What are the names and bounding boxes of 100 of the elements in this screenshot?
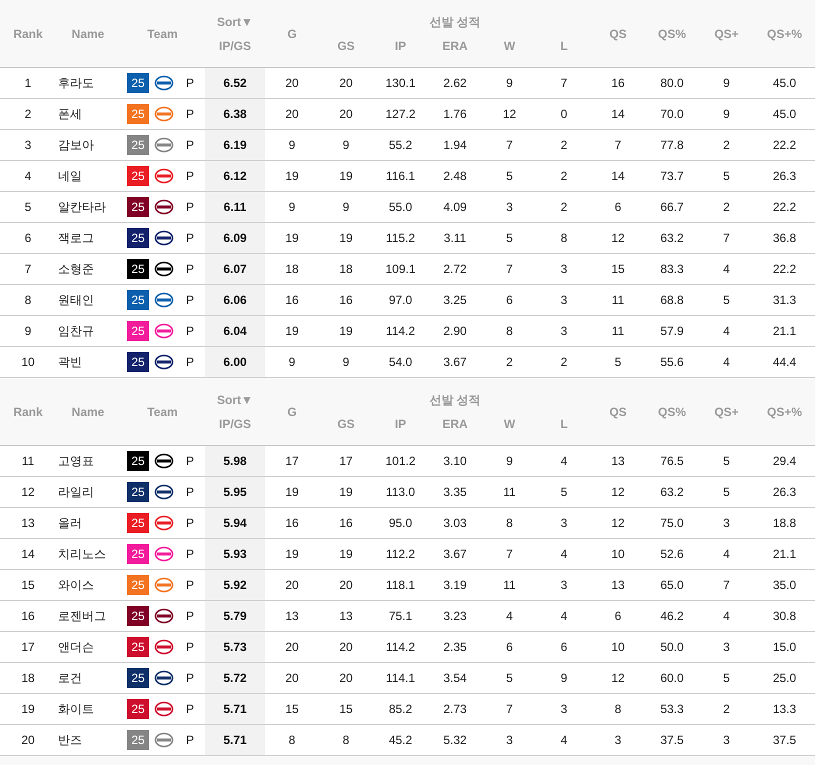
stat-cell-text: 14 [610, 106, 626, 123]
rank-cell-text: 18 [20, 670, 36, 687]
stat-cell-text: 6 [614, 199, 622, 216]
stat-cell-text: 45.2 [388, 732, 414, 749]
stat-cell-text: 2 [722, 137, 731, 154]
position-label: P [186, 640, 194, 654]
season-badge: 25 [127, 730, 149, 750]
ip-gs-cell: 6.19 [205, 130, 265, 160]
stat-cell-text: 6 [560, 639, 568, 656]
season-badge: 25 [127, 575, 149, 595]
player-name: 앤더슨 [57, 638, 95, 656]
stat-cell-text: 3 [614, 732, 622, 749]
emblem-icon [154, 75, 174, 91]
emblem-icon [154, 230, 174, 246]
stat-cell-text: 2.48 [442, 168, 468, 185]
season-badge: 25 [127, 513, 149, 533]
stat-cell-text: 16 [284, 515, 300, 532]
emblem-icon [154, 137, 174, 153]
stat-cell-text: 2.73 [442, 701, 468, 718]
stat-cell-text: 7 [722, 577, 731, 594]
stat-cell-text: 26.3 [772, 484, 798, 501]
stat-cell-text: 11 [610, 292, 626, 309]
stat-cell-text: 4 [560, 546, 568, 563]
stat-cell-text: 3 [560, 323, 568, 340]
stat-cell-text: 116.1 [384, 168, 416, 185]
stat-cell-text: 4 [505, 608, 514, 625]
stat-cell-text: 115.2 [384, 230, 416, 247]
group-header: 선발 성적 [428, 392, 482, 408]
stat-cell-text: 22.2 [772, 261, 798, 278]
stat-cell-text: 0 [560, 106, 568, 123]
stat-cell-text: 5.32 [442, 732, 468, 749]
stat-cell-text: 9 [505, 453, 514, 470]
season-badge: 25 [127, 73, 149, 93]
stat-cell-text: 4 [560, 732, 568, 749]
season-badge: 25 [127, 668, 149, 688]
rank-cell-text: 17 [20, 639, 36, 656]
stat-cell-text: 3.19 [442, 577, 468, 594]
stat-cell-text: 9 [505, 75, 514, 92]
stat-cell-text: 16 [338, 292, 354, 309]
rank-cell-text: 8 [24, 292, 32, 309]
stat-cell-text: 17 [284, 453, 300, 470]
player-name: 임찬규 [57, 322, 95, 340]
rank-cell-text: 10 [20, 354, 36, 371]
ip-gs-cell: 5.94 [205, 508, 265, 538]
stat-cell-text: 22.2 [772, 199, 798, 216]
stat-cell-text: 10 [610, 639, 626, 656]
player-name: 폰세 [57, 106, 83, 122]
stat-cell-text: 3 [505, 199, 514, 216]
column-header: G [286, 404, 298, 420]
column-header: QS% [656, 404, 687, 420]
rank-cell-text: 12 [20, 484, 36, 501]
player-name: 알칸타라 [57, 198, 107, 216]
emblem-icon [154, 168, 174, 184]
stat-cell-text: 3.54 [442, 670, 468, 687]
emblem-icon [154, 639, 174, 655]
player-name: 로건 [57, 670, 83, 686]
stat-cell-text: 12 [610, 230, 626, 247]
stat-cell-text: 5 [614, 354, 622, 371]
stat-cell-text: 63.2 [659, 230, 685, 247]
stat-cell-text: 9 [288, 354, 296, 371]
stat-cell-text: 45.0 [772, 106, 798, 123]
stat-cell-text: 12 [610, 484, 626, 501]
emblem-icon [154, 453, 174, 469]
player-name: 감보아 [57, 136, 95, 154]
rank-cell-text: 1 [24, 75, 32, 92]
stat-cell-text: 3 [560, 515, 568, 532]
ip-gs-cell: 6.38 [205, 99, 265, 129]
column-header: Name [70, 404, 106, 420]
ip-gs-cell: 5.98 [205, 446, 265, 476]
position-label: P [186, 138, 194, 152]
emblem-icon [154, 354, 174, 370]
position-label: P [186, 702, 194, 716]
season-badge: 25 [127, 321, 149, 341]
stat-cell-text: 75.0 [659, 515, 685, 532]
stat-cell-text: 11 [610, 323, 626, 340]
stat-cell-text: 3.03 [442, 515, 468, 532]
position-label: P [186, 547, 194, 561]
stat-cell-text: 52.6 [659, 546, 685, 563]
column-header: Rank [12, 26, 44, 42]
stat-cell-text: 4 [722, 261, 731, 278]
stat-cell-text: 30.8 [772, 608, 798, 625]
stat-cell-text: 4 [560, 453, 568, 470]
stat-cell-text: 11 [502, 577, 517, 594]
sort-label[interactable]: Sort▼ [205, 378, 265, 412]
sort-label[interactable]: Sort▼ [205, 0, 265, 34]
season-badge: 25 [127, 166, 149, 186]
stat-cell-text: 20 [284, 577, 300, 594]
stat-cell-text: 9 [342, 354, 350, 371]
stat-cell-text: 29.4 [772, 453, 798, 470]
column-header: QS+ [713, 404, 740, 420]
season-badge: 25 [127, 228, 149, 248]
stat-cell-text: 9 [342, 199, 350, 216]
ip-gs-cell: 6.11 [205, 192, 265, 222]
stat-cell-text: 9 [342, 137, 350, 154]
stat-cell-text: 16 [338, 515, 354, 532]
column-header: L [559, 416, 569, 432]
stat-cell-text: 5 [505, 670, 514, 687]
stat-cell-text: 8 [342, 732, 350, 749]
stat-cell-text: 10 [610, 546, 626, 563]
stat-cell-text: 19 [338, 484, 354, 501]
